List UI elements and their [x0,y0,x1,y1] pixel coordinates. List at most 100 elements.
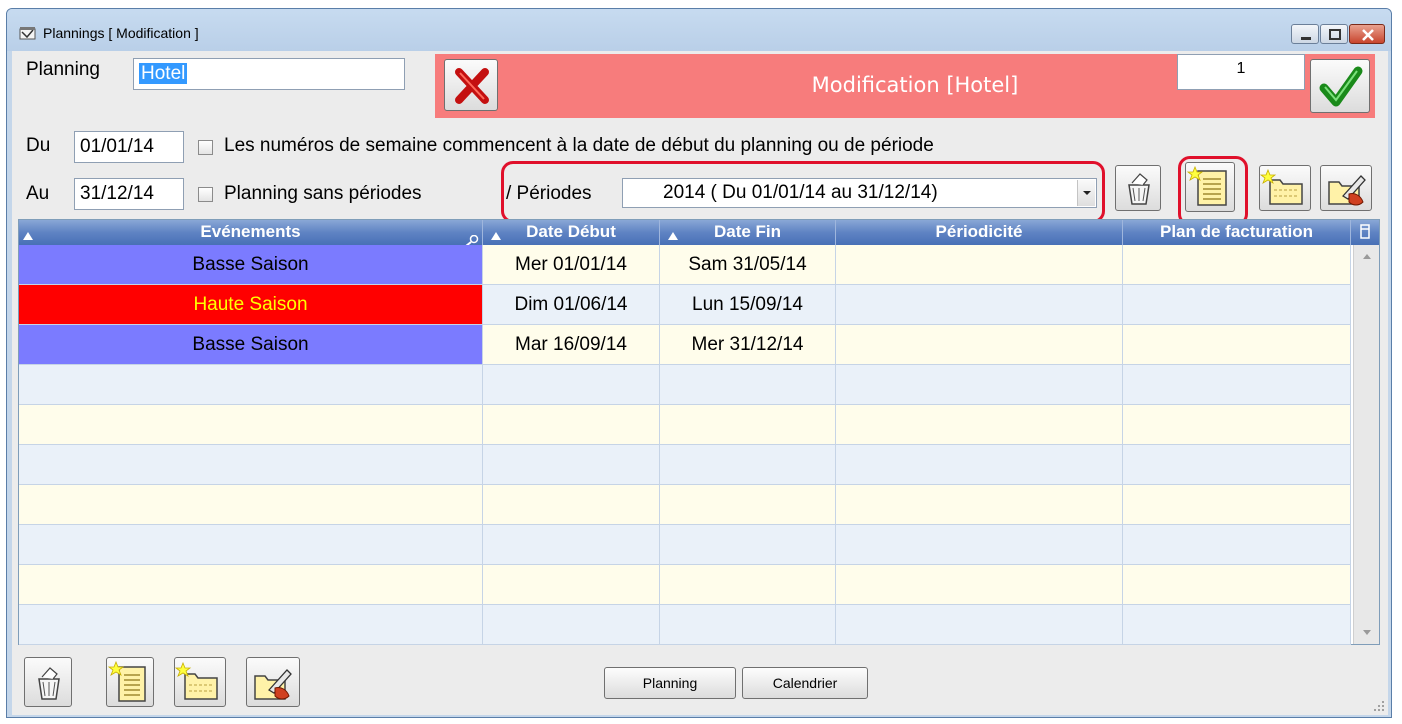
table-row[interactable] [19,525,1351,565]
period-delete-button[interactable] [1115,165,1161,211]
cell-start-date[interactable] [483,445,660,485]
period-new-folder-button[interactable] [1259,165,1311,211]
no-periods-checkbox[interactable] [198,187,213,202]
table-row[interactable] [19,565,1351,605]
table-row[interactable] [19,605,1351,645]
week-numbering-label: Les numéros de semaine commencent à la d… [224,135,934,156]
cell-start-date[interactable]: Mar 16/09/14 [483,325,660,365]
cell-event[interactable]: Basse Saison [19,325,483,365]
cell-start-date[interactable] [483,485,660,525]
new-list-icon [107,660,146,702]
cell-event[interactable] [19,445,483,485]
close-button[interactable] [1349,24,1385,44]
counter-field[interactable]: 1 [1177,54,1305,90]
cell-end-date[interactable]: Lun 15/09/14 [660,285,836,325]
cell-billing-plan[interactable] [1123,605,1351,645]
cell-periodicity[interactable] [836,325,1123,365]
table-row[interactable]: Basse Saison Mar 16/09/14 Mer 31/12/14 [19,325,1351,365]
resize-grip-icon[interactable] [1372,699,1386,713]
cell-event[interactable]: Haute Saison [19,285,483,325]
column-header-periodicity[interactable]: Périodicité [836,220,1123,245]
cell-event[interactable] [19,485,483,525]
cell-end-date[interactable]: Mer 31/12/14 [660,325,836,365]
table-row[interactable] [19,405,1351,445]
maximize-button[interactable] [1320,24,1348,44]
cell-start-date[interactable] [483,405,660,445]
no-periods-label: Planning sans périodes [224,183,422,204]
end-date-input[interactable]: 31/12/14 [74,178,184,210]
cell-periodicity[interactable] [836,605,1123,645]
table-scrollbar[interactable] [1353,245,1379,644]
cell-end-date[interactable] [660,365,836,405]
au-label: Au [26,183,50,204]
cell-periodicity[interactable] [836,565,1123,605]
table-row[interactable]: Basse Saison Mer 01/01/14 Sam 31/05/14 [19,245,1351,285]
cell-event[interactable]: Basse Saison [19,245,483,285]
title-bar[interactable]: Plannings [ Modification ] [7,9,1391,51]
cell-billing-plan[interactable] [1123,245,1351,285]
cell-periodicity[interactable] [836,405,1123,445]
cancel-button[interactable] [444,59,498,111]
cell-event[interactable] [19,365,483,405]
calendar-button[interactable]: Calendrier [742,667,868,699]
cell-periodicity[interactable] [836,525,1123,565]
cell-event[interactable] [19,605,483,645]
cell-periodicity[interactable] [836,485,1123,525]
cell-billing-plan[interactable] [1123,325,1351,365]
cell-start-date[interactable] [483,525,660,565]
cell-start-date[interactable] [483,605,660,645]
cell-start-date[interactable]: Dim 01/06/14 [483,285,660,325]
column-header-events[interactable]: Evénements [19,220,483,245]
period-new-button[interactable] [1185,162,1235,212]
table-row[interactable]: Haute Saison Dim 01/06/14 Lun 15/09/14 [19,285,1351,325]
event-new-button[interactable] [106,657,154,707]
cell-end-date[interactable] [660,605,836,645]
period-edit-button[interactable] [1320,165,1372,211]
periods-label: / Périodes [506,183,592,204]
cell-end-date[interactable] [660,405,836,445]
events-table[interactable]: Evénements Date Début Date Fin Périodici… [18,219,1380,645]
cell-billing-plan[interactable] [1123,565,1351,605]
cell-billing-plan[interactable] [1123,405,1351,445]
planning-button[interactable]: Planning [604,667,736,699]
column-header-start-date[interactable]: Date Début [483,220,660,245]
week-numbering-checkbox[interactable] [198,140,213,155]
cell-periodicity[interactable] [836,445,1123,485]
cell-start-date[interactable]: Mer 01/01/14 [483,245,660,285]
cell-periodicity[interactable] [836,365,1123,405]
event-delete-button[interactable] [24,657,72,707]
cell-billing-plan[interactable] [1123,525,1351,565]
cell-start-date[interactable] [483,565,660,605]
table-row[interactable] [19,445,1351,485]
periods-dropdown-arrow[interactable] [1077,180,1095,206]
cell-periodicity[interactable] [836,285,1123,325]
planning-name-value: Hotel [139,63,188,84]
cell-end-date[interactable] [660,565,836,605]
cell-billing-plan[interactable] [1123,445,1351,485]
cell-billing-plan[interactable] [1123,485,1351,525]
table-row[interactable] [19,485,1351,525]
cell-periodicity[interactable] [836,245,1123,285]
cell-event[interactable] [19,525,483,565]
table-row[interactable] [19,365,1351,405]
column-header-end-date[interactable]: Date Fin [660,220,836,245]
cell-start-date[interactable] [483,365,660,405]
validate-button[interactable] [1310,59,1370,113]
cell-end-date[interactable] [660,525,836,565]
cell-billing-plan[interactable] [1123,285,1351,325]
minimize-button[interactable] [1291,24,1319,44]
cell-event[interactable] [19,565,483,605]
cell-end-date[interactable] [660,485,836,525]
periods-select[interactable]: 2014 ( Du 01/01/14 au 31/12/14) [622,178,1097,208]
column-header-billing-plan[interactable]: Plan de facturation [1123,220,1351,245]
cell-end-date[interactable] [660,445,836,485]
event-edit-button[interactable] [246,657,300,707]
start-date-input[interactable]: 01/01/14 [74,131,184,163]
cell-billing-plan[interactable] [1123,365,1351,405]
cell-event[interactable] [19,405,483,445]
periods-selected-value: 2014 ( Du 01/01/14 au 31/12/14) [663,182,938,203]
cell-end-date[interactable]: Sam 31/05/14 [660,245,836,285]
planning-name-input[interactable]: Hotel [133,58,405,90]
event-new-folder-button[interactable] [174,657,226,707]
column-options-button[interactable] [1351,220,1379,245]
